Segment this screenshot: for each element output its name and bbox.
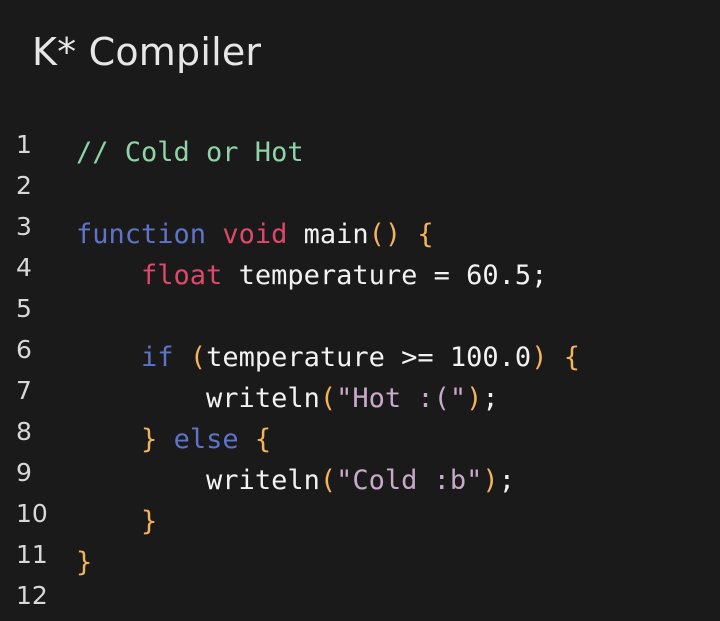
code-token-paren: ) — [531, 342, 548, 373]
code-token-plain: writeln — [206, 383, 320, 414]
code-token-paren: () — [368, 219, 402, 250]
code-text: writeln("Cold :b"); — [76, 464, 515, 498]
line-number: 8 — [16, 417, 32, 446]
line-number: 4 — [16, 253, 32, 282]
line-number: 1 — [16, 130, 32, 159]
code-line[interactable]: 8 } else { — [0, 413, 720, 457]
code-line[interactable]: 3 function void main() { — [0, 208, 720, 252]
code-token-plain: temperature = 60.5; — [222, 260, 548, 291]
code-token-paren: ) — [466, 383, 483, 414]
code-token-paren: { — [417, 219, 434, 250]
code-text: } — [76, 546, 92, 580]
code-token-paren: } — [76, 547, 93, 578]
code-text: float temperature = 60.5; — [76, 259, 547, 293]
code-token-paren: } — [141, 506, 158, 537]
code-token-kw: else — [173, 424, 239, 455]
code-editor[interactable]: 1// Cold or Hot 2 3 function void main() {4… — [0, 126, 720, 618]
code-line[interactable]: 12 — [0, 577, 720, 618]
code-text: writeln("Hot :("); — [76, 382, 499, 416]
code-token-paren: ( — [189, 342, 207, 373]
code-text: // Cold or Hot — [76, 136, 304, 170]
line-number: 9 — [16, 458, 32, 487]
code-token-str: "Hot :(" — [336, 383, 467, 414]
code-token-plain: writeln — [206, 465, 320, 496]
code-token-kw: if — [141, 342, 174, 373]
code-line[interactable]: 9 writeln("Cold :b"); — [0, 454, 720, 498]
code-line[interactable]: 6 if (temperature >= 100.0) { — [0, 331, 720, 375]
line-number: 12 — [16, 581, 48, 610]
code-line[interactable]: 2 — [0, 167, 720, 208]
code-line[interactable]: 7 writeln("Hot :("); — [0, 372, 720, 416]
line-number: 2 — [16, 171, 32, 200]
code-token-paren: { — [563, 342, 580, 373]
code-token-plain: ; — [498, 465, 515, 496]
line-number: 6 — [16, 335, 32, 364]
line-number: 7 — [16, 376, 32, 405]
code-token-plain: temperature >= 100.0 — [206, 342, 532, 373]
code-line[interactable]: 11} — [0, 536, 720, 580]
line-number: 5 — [16, 294, 32, 323]
code-line[interactable]: 4 float temperature = 60.5; — [0, 249, 720, 293]
code-token-plain: main — [287, 219, 369, 250]
code-line[interactable]: 5 — [0, 290, 720, 331]
code-text: if (temperature >= 100.0) { — [76, 341, 580, 375]
code-token-paren: ) — [482, 465, 499, 496]
code-line[interactable]: 10 } — [0, 495, 720, 539]
code-text: function void main() { — [76, 218, 434, 252]
line-number: 10 — [16, 499, 48, 528]
code-token-paren: ( — [319, 383, 337, 414]
code-token-paren: { — [254, 424, 272, 455]
code-token-type: float — [141, 260, 223, 291]
line-number: 11 — [16, 540, 48, 569]
code-token-type: void — [222, 219, 288, 250]
code-line[interactable]: 1 // Cold or Hot — [0, 126, 720, 170]
code-token-paren: ( — [319, 465, 337, 496]
line-number: 3 — [16, 212, 32, 241]
code-token-str: "Cold :b" — [336, 465, 483, 496]
code-token-plain: ; — [482, 383, 499, 414]
code-text: } else { — [76, 423, 271, 457]
code-token-paren: } — [141, 424, 158, 455]
app-title: K* Compiler — [32, 30, 262, 74]
code-token-comment: // Cold or Hot — [76, 137, 304, 168]
code-token-kw: function — [76, 219, 207, 250]
code-text: } — [76, 505, 157, 539]
